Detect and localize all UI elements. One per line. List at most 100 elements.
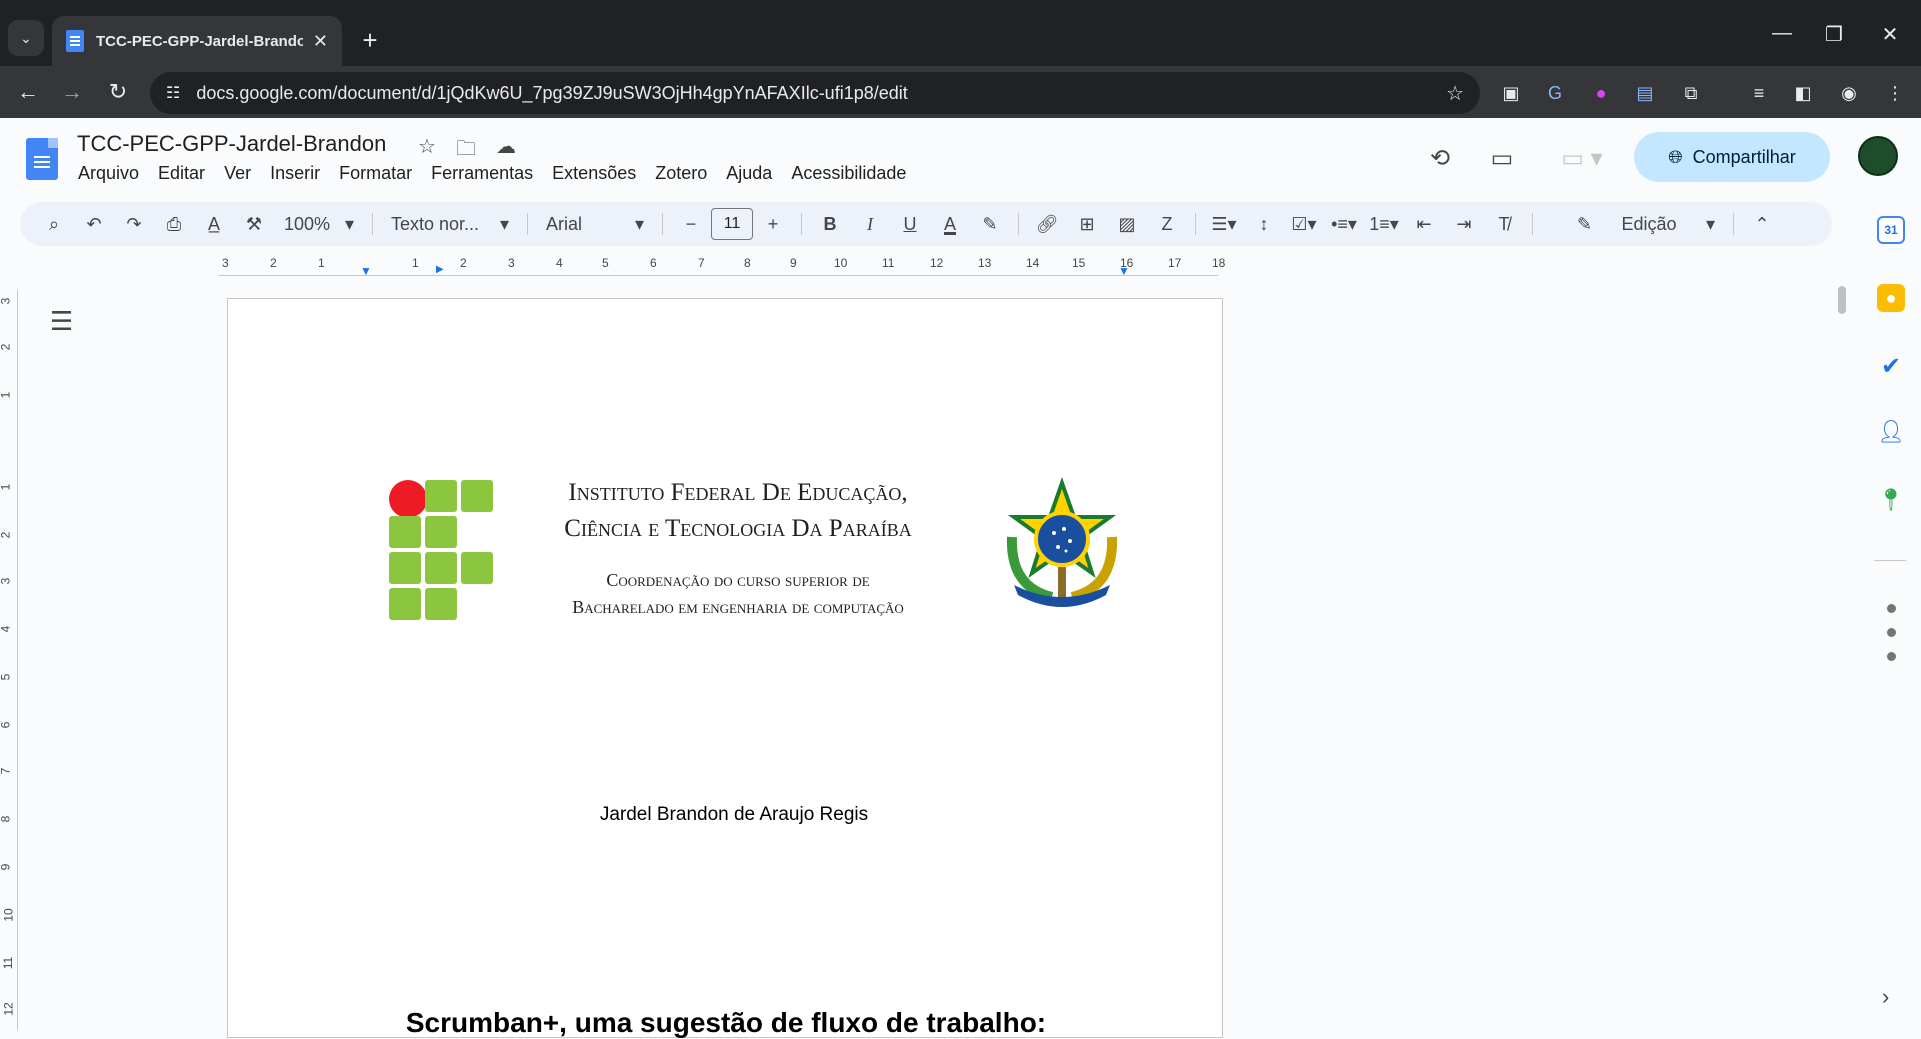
decrease-indent-icon[interactable]: ⇤ bbox=[1408, 208, 1440, 240]
extensions-puzzle-icon[interactable]: ⧉ bbox=[1676, 78, 1706, 108]
menu-formatar[interactable]: Formatar bbox=[339, 163, 422, 184]
institution-line-2: Ciência e Tecnologia Da Paraíba bbox=[564, 515, 912, 542]
numbered-list-icon[interactable]: 1≡▾ bbox=[1368, 208, 1400, 240]
ifpb-logo-square bbox=[389, 552, 421, 584]
account-avatar[interactable] bbox=[1858, 136, 1898, 176]
meet-camera-icon[interactable]: ▭ ▾ bbox=[1552, 140, 1612, 176]
cast-icon[interactable]: ▣ bbox=[1496, 78, 1526, 108]
caret-down-icon: ▾ bbox=[1705, 213, 1715, 234]
tasks-icon[interactable]: ✔ bbox=[1877, 352, 1905, 380]
insert-link-icon[interactable]: 🔗︎ bbox=[1031, 208, 1063, 240]
bulleted-list-icon[interactable]: •≡▾ bbox=[1328, 208, 1360, 240]
ifpb-logo-square bbox=[389, 588, 421, 620]
increase-font-size-icon[interactable]: + bbox=[757, 208, 789, 240]
search-menus-icon[interactable]: ⌕ bbox=[38, 208, 70, 240]
first-line-indent-marker-icon[interactable]: ▶ bbox=[436, 264, 444, 275]
share-button[interactable]: 🌐︎ Compartilhar bbox=[1634, 132, 1830, 182]
comments-icon[interactable]: ▭ bbox=[1484, 140, 1520, 176]
underline-icon[interactable]: U bbox=[894, 208, 926, 240]
tab-search-button[interactable]: ⌄ bbox=[8, 20, 44, 56]
vruler-number: 2 bbox=[0, 344, 12, 351]
line-spacing-icon[interactable]: ↕ bbox=[1248, 208, 1280, 240]
menu-ver[interactable]: Ver bbox=[224, 163, 261, 184]
checklist-icon[interactable]: ☑▾ bbox=[1288, 208, 1320, 240]
site-info-icon[interactable]: ☷ bbox=[166, 83, 180, 103]
menu-ferramentas[interactable]: Ferramentas bbox=[431, 163, 543, 184]
vertical-ruler[interactable]: 3 2 1 1 2 3 4 5 6 7 8 9 10 11 12 bbox=[0, 290, 18, 1030]
minimize-button[interactable]: — bbox=[1762, 22, 1802, 45]
document-title[interactable]: TCC-PEC-GPP-Jardel-Brandon bbox=[77, 131, 386, 157]
align-icon[interactable]: ☰▾ bbox=[1208, 208, 1240, 240]
menu-inserir[interactable]: Inserir bbox=[270, 163, 330, 184]
ifpb-logo-square bbox=[425, 552, 457, 584]
editing-mode-select[interactable]: ✎ Edição ▾ bbox=[1571, 208, 1721, 240]
left-indent-marker-icon[interactable]: ▼ bbox=[360, 264, 372, 278]
menu-ajuda[interactable]: Ajuda bbox=[726, 163, 782, 184]
ifpb-logo-square bbox=[425, 588, 457, 620]
back-icon[interactable]: ← bbox=[12, 76, 44, 108]
text-color-icon[interactable]: A bbox=[934, 208, 966, 240]
addon-icon[interactable] bbox=[1887, 652, 1896, 661]
clear-formatting-icon[interactable]: T̸ bbox=[1488, 208, 1520, 240]
spellcheck-icon[interactable]: A̲ bbox=[198, 208, 230, 240]
ifpb-logo-square bbox=[461, 552, 493, 584]
menu-editar[interactable]: Editar bbox=[158, 163, 215, 184]
caret-down-icon: ▾ bbox=[499, 213, 509, 234]
forward-icon[interactable]: → bbox=[56, 76, 88, 108]
side-panel-icon[interactable]: ◧ bbox=[1788, 78, 1818, 108]
print-icon[interactable]: ⎙ bbox=[158, 208, 190, 240]
menu-zotero[interactable]: Zotero bbox=[655, 163, 717, 184]
addon-icon[interactable] bbox=[1887, 604, 1896, 613]
address-bar[interactable]: ☷ docs.google.com/document/d/1jQdKw6U_7p… bbox=[150, 72, 1480, 114]
reading-list-icon[interactable]: ≡ bbox=[1744, 78, 1774, 108]
addon-icon[interactable] bbox=[1887, 628, 1896, 637]
toolbar-divider bbox=[801, 213, 802, 235]
version-history-icon[interactable]: ⟲ bbox=[1422, 140, 1458, 176]
undo-icon[interactable]: ↶ bbox=[78, 208, 110, 240]
new-tab-button[interactable]: + bbox=[352, 22, 388, 58]
bold-icon[interactable]: B bbox=[814, 208, 846, 240]
font-size-input[interactable]: 11 bbox=[711, 208, 753, 240]
coordination-text: Coordenação do curso superior de Bachare… bbox=[528, 567, 948, 621]
insert-image-icon[interactable]: ▨ bbox=[1111, 208, 1143, 240]
vertical-scrollbar-thumb[interactable] bbox=[1838, 286, 1846, 314]
reload-icon[interactable]: ↻ bbox=[102, 76, 134, 108]
font-select[interactable]: Arial ▾ bbox=[540, 208, 650, 240]
horizontal-ruler[interactable]: 3 2 1 1 2 3 4 5 6 7 8 9 10 11 12 13 14 1… bbox=[218, 256, 1225, 278]
profile-avatar-icon[interactable]: ◉ bbox=[1834, 78, 1864, 108]
highlight-icon[interactable]: ✎ bbox=[974, 208, 1006, 240]
paint-format-icon[interactable]: ⚒ bbox=[238, 208, 270, 240]
right-indent-marker-icon[interactable]: ▼ bbox=[1118, 264, 1130, 278]
increase-indent-icon[interactable]: ⇥ bbox=[1448, 208, 1480, 240]
keep-icon[interactable]: ● bbox=[1877, 284, 1905, 312]
menu-acessibilidade[interactable]: Acessibilidade bbox=[791, 163, 916, 184]
menu-bar: Arquivo Editar Ver Inserir Formatar Ferr… bbox=[78, 163, 925, 184]
collapse-toolbar-icon[interactable]: ⌃ bbox=[1746, 208, 1778, 240]
menu-arquivo[interactable]: Arquivo bbox=[78, 163, 149, 184]
tab-close-icon[interactable]: ✕ bbox=[313, 31, 328, 52]
contacts-icon[interactable]: 👤︎ bbox=[1877, 418, 1905, 446]
close-window-button[interactable]: ✕ bbox=[1870, 22, 1910, 47]
docs-extension-icon[interactable]: ▤ bbox=[1630, 78, 1660, 108]
menu-extensoes[interactable]: Extensões bbox=[552, 163, 646, 184]
bookmark-star-icon[interactable]: ☆ bbox=[1446, 81, 1464, 106]
chrome-menu-icon[interactable]: ⋮ bbox=[1880, 78, 1910, 108]
toolbar-divider bbox=[1195, 213, 1196, 235]
add-comment-icon[interactable]: ⊞ bbox=[1071, 208, 1103, 240]
show-side-panel-chevron-icon[interactable]: › bbox=[1882, 984, 1889, 1010]
browser-tab-active[interactable]: TCC-PEC-GPP-Jardel-Brandon ✕ bbox=[52, 16, 342, 66]
extension-c-icon[interactable]: ● bbox=[1586, 78, 1616, 108]
document-page[interactable]: Instituto Federal De Educação, Ciência e… bbox=[227, 298, 1223, 1038]
calendar-icon[interactable]: 31 bbox=[1877, 216, 1905, 244]
maps-icon[interactable]: 📍︎ bbox=[1877, 486, 1905, 514]
translate-icon[interactable]: G bbox=[1540, 78, 1570, 108]
zoom-select[interactable]: 100% ▾ bbox=[278, 208, 360, 240]
paragraph-style-select[interactable]: Texto nor... ▾ bbox=[385, 208, 515, 240]
document-outline-icon[interactable]: ☰ bbox=[50, 306, 73, 337]
docs-logo-icon[interactable] bbox=[26, 138, 58, 180]
zotero-icon[interactable]: Z bbox=[1151, 208, 1183, 240]
decrease-font-size-icon[interactable]: − bbox=[675, 208, 707, 240]
italic-icon[interactable]: I bbox=[854, 208, 886, 240]
maximize-button[interactable]: ❐ bbox=[1814, 22, 1854, 47]
redo-icon[interactable]: ↷ bbox=[118, 208, 150, 240]
